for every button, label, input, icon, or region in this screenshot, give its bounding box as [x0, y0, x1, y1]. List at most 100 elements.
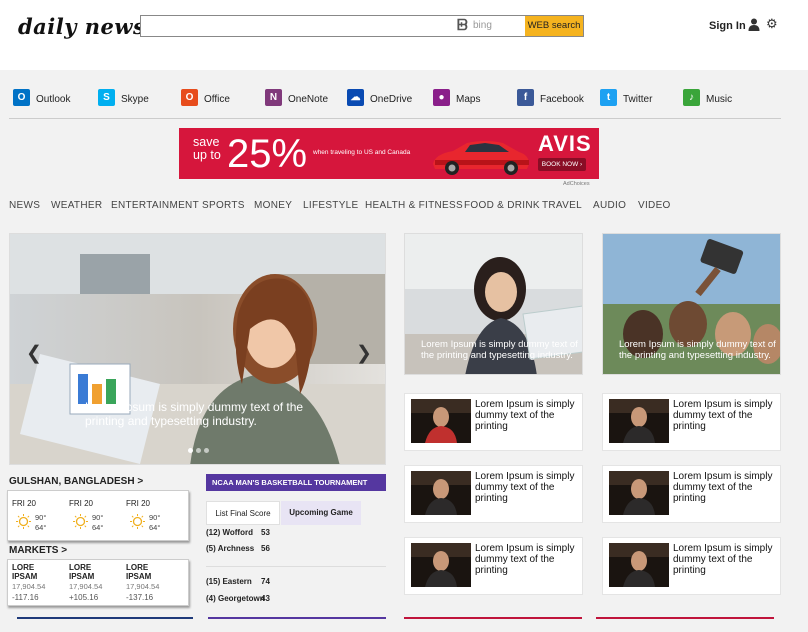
advertisement-banner[interactable]: save up to 25% when traveling to US and …: [179, 128, 599, 179]
search-input[interactable]: ᗸ bing WEB search: [140, 15, 584, 37]
news-thumbnail: [411, 471, 471, 515]
tab-upcoming-game[interactable]: Upcoming Game: [281, 501, 361, 525]
adchoices-link[interactable]: AdChoices: [563, 181, 590, 187]
forecast-high: 90°: [149, 513, 161, 522]
ad-brand: AVIS: [538, 131, 592, 156]
nav-item[interactable]: AUDIO: [593, 200, 626, 211]
market-name[interactable]: LORE IPSAM: [12, 563, 37, 581]
sun-icon: [16, 514, 31, 529]
app-link-twitter[interactable]: t Twitter: [600, 86, 652, 108]
news-thumbnail: [609, 399, 669, 443]
carousel-dot[interactable]: [204, 448, 209, 453]
hero-caption[interactable]: Lorem Ipsum is simply dummy text of the …: [85, 400, 317, 428]
app-label: OneDrive: [370, 94, 413, 105]
gear-icon[interactable]: ⚙: [766, 17, 778, 30]
ad-subtext: when traveling to US and Canada: [313, 149, 411, 156]
app-label: Facebook: [540, 94, 584, 105]
app-link-skype[interactable]: S Skype: [98, 86, 149, 108]
tab-list-final-score[interactable]: List Final Score: [206, 501, 280, 525]
market-change: +105.16: [69, 593, 99, 602]
carousel-dot[interactable]: [188, 448, 193, 453]
app-label: OneNote: [288, 94, 329, 105]
section-rule: [17, 617, 193, 619]
tile-caption: Lorem Ipsum is simply dummy text of the …: [619, 339, 776, 361]
app-link-outlook[interactable]: O Outlook: [13, 86, 70, 108]
forecast-low: 64°: [149, 523, 161, 532]
app-label: Office: [204, 94, 230, 105]
news-thumbnail: [411, 543, 471, 587]
team-name[interactable]: (4) Georgetown: [206, 594, 265, 603]
team-score: 74: [261, 577, 270, 586]
nav-item[interactable]: FOOD & DRINK: [464, 200, 540, 211]
bing-icon: ᗸ: [457, 17, 468, 34]
bing-label: bing: [473, 20, 492, 31]
markets-link[interactable]: MARKETS >: [9, 545, 67, 556]
ad-percent: 25%: [227, 132, 308, 176]
office-icon: O: [181, 88, 198, 106]
forecast-low: 64°: [35, 523, 47, 532]
app-label: Outlook: [36, 94, 71, 105]
team-name[interactable]: (15) Eastern: [206, 577, 252, 586]
nav-item[interactable]: MONEY: [254, 200, 292, 211]
maps-pin-icon: ●: [433, 88, 450, 106]
sun-icon: [73, 514, 88, 529]
app-link-facebook[interactable]: f Facebook: [517, 86, 584, 108]
news-thumbnail: [411, 399, 471, 443]
ncaa-header[interactable]: NCAA MAN'S BASKETBALL TOURNAMENT: [206, 474, 386, 491]
team-name[interactable]: (5) Archness: [206, 544, 254, 553]
team-name[interactable]: (12) Wofford: [206, 528, 253, 537]
outlook-icon: O: [13, 88, 30, 106]
feature-tile[interactable]: Lorem Ipsum is simply dummy text of the …: [404, 233, 583, 375]
market-name[interactable]: LORE IPSAM: [69, 563, 94, 581]
markets-widget[interactable]: LORE IPSAM 17,904.54 -117.16 LORE IPSAM 17,904…: [7, 559, 189, 606]
market-name-line: IPSAM: [69, 572, 95, 581]
nav-item[interactable]: LIFESTYLE: [303, 200, 359, 211]
news-item[interactable]: Lorem Ipsum is simply dummy text of the …: [602, 537, 781, 595]
news-item[interactable]: Lorem Ipsum is simply dummy text of the …: [602, 393, 781, 451]
tile-caption: Lorem Ipsum is simply dummy text of the …: [421, 339, 578, 361]
news-item[interactable]: Lorem Ipsum is simply dummy text of the …: [602, 465, 781, 523]
nav-item[interactable]: HEALTH & FITNESS: [365, 200, 463, 211]
app-link-onenote[interactable]: N OneNote: [265, 86, 328, 108]
team-score: 56: [261, 544, 270, 553]
divider: [9, 118, 781, 119]
app-link-maps[interactable]: ● Maps: [433, 86, 480, 108]
weather-widget[interactable]: FRI 20 90° 64° FRI 20 90° 64° FRI 20 90° 64°: [7, 490, 189, 541]
facebook-icon: f: [517, 88, 534, 106]
carousel-dot[interactable]: [196, 448, 201, 453]
sign-in-link[interactable]: Sign In: [709, 20, 746, 32]
carousel-prev-button[interactable]: ❮: [26, 342, 42, 365]
section-rule: [596, 617, 774, 619]
app-link-music[interactable]: ♪ Music: [683, 86, 732, 108]
app-label: Twitter: [623, 94, 653, 105]
news-headline: Lorem Ipsum is simply dummy text of the …: [475, 543, 575, 576]
forecast-high: 90°: [92, 513, 104, 522]
feature-tile[interactable]: Lorem Ipsum is simply dummy text of the …: [602, 233, 781, 375]
nav-item[interactable]: ENTERTAINMENT: [111, 200, 199, 211]
news-headline: Lorem Ipsum is simply dummy text of the …: [673, 543, 773, 576]
user-icon[interactable]: [748, 18, 760, 31]
nav-item[interactable]: SPORTS: [202, 200, 245, 211]
nav-item[interactable]: WEATHER: [51, 200, 102, 211]
market-value: 17,904.54: [69, 582, 103, 591]
news-item[interactable]: Lorem Ipsum is simply dummy text of the …: [404, 537, 583, 595]
market-name[interactable]: LORE IPSAM: [126, 563, 151, 581]
market-change: -137.16: [126, 593, 154, 602]
site-logo[interactable]: daily news: [18, 14, 145, 39]
news-item[interactable]: Lorem Ipsum is simply dummy text of the …: [404, 465, 583, 523]
nav-item[interactable]: TRAVEL: [542, 200, 582, 211]
app-link-onedrive[interactable]: ☁ OneDrive: [347, 86, 412, 108]
market-name-line: IPSAM: [126, 572, 152, 581]
market-name-line: LORE: [69, 563, 92, 572]
book-now-button[interactable]: BOOK NOW ›: [538, 158, 586, 171]
carousel-next-button[interactable]: ❯: [356, 342, 372, 365]
ad-save-text: save up to: [193, 136, 221, 162]
nav-item[interactable]: NEWS: [9, 200, 40, 211]
weather-location-link[interactable]: GULSHAN, BANGLADESH >: [9, 476, 143, 487]
news-item[interactable]: Lorem Ipsum is simply dummy text of the …: [404, 393, 583, 451]
sun-icon: [130, 514, 145, 529]
app-link-office[interactable]: O Office: [181, 86, 230, 108]
hero-carousel[interactable]: ❮ ❯ Lorem Ipsum is simply dummy text of …: [9, 233, 386, 465]
web-search-button[interactable]: WEB search: [525, 16, 583, 36]
nav-item[interactable]: VIDEO: [638, 200, 671, 211]
